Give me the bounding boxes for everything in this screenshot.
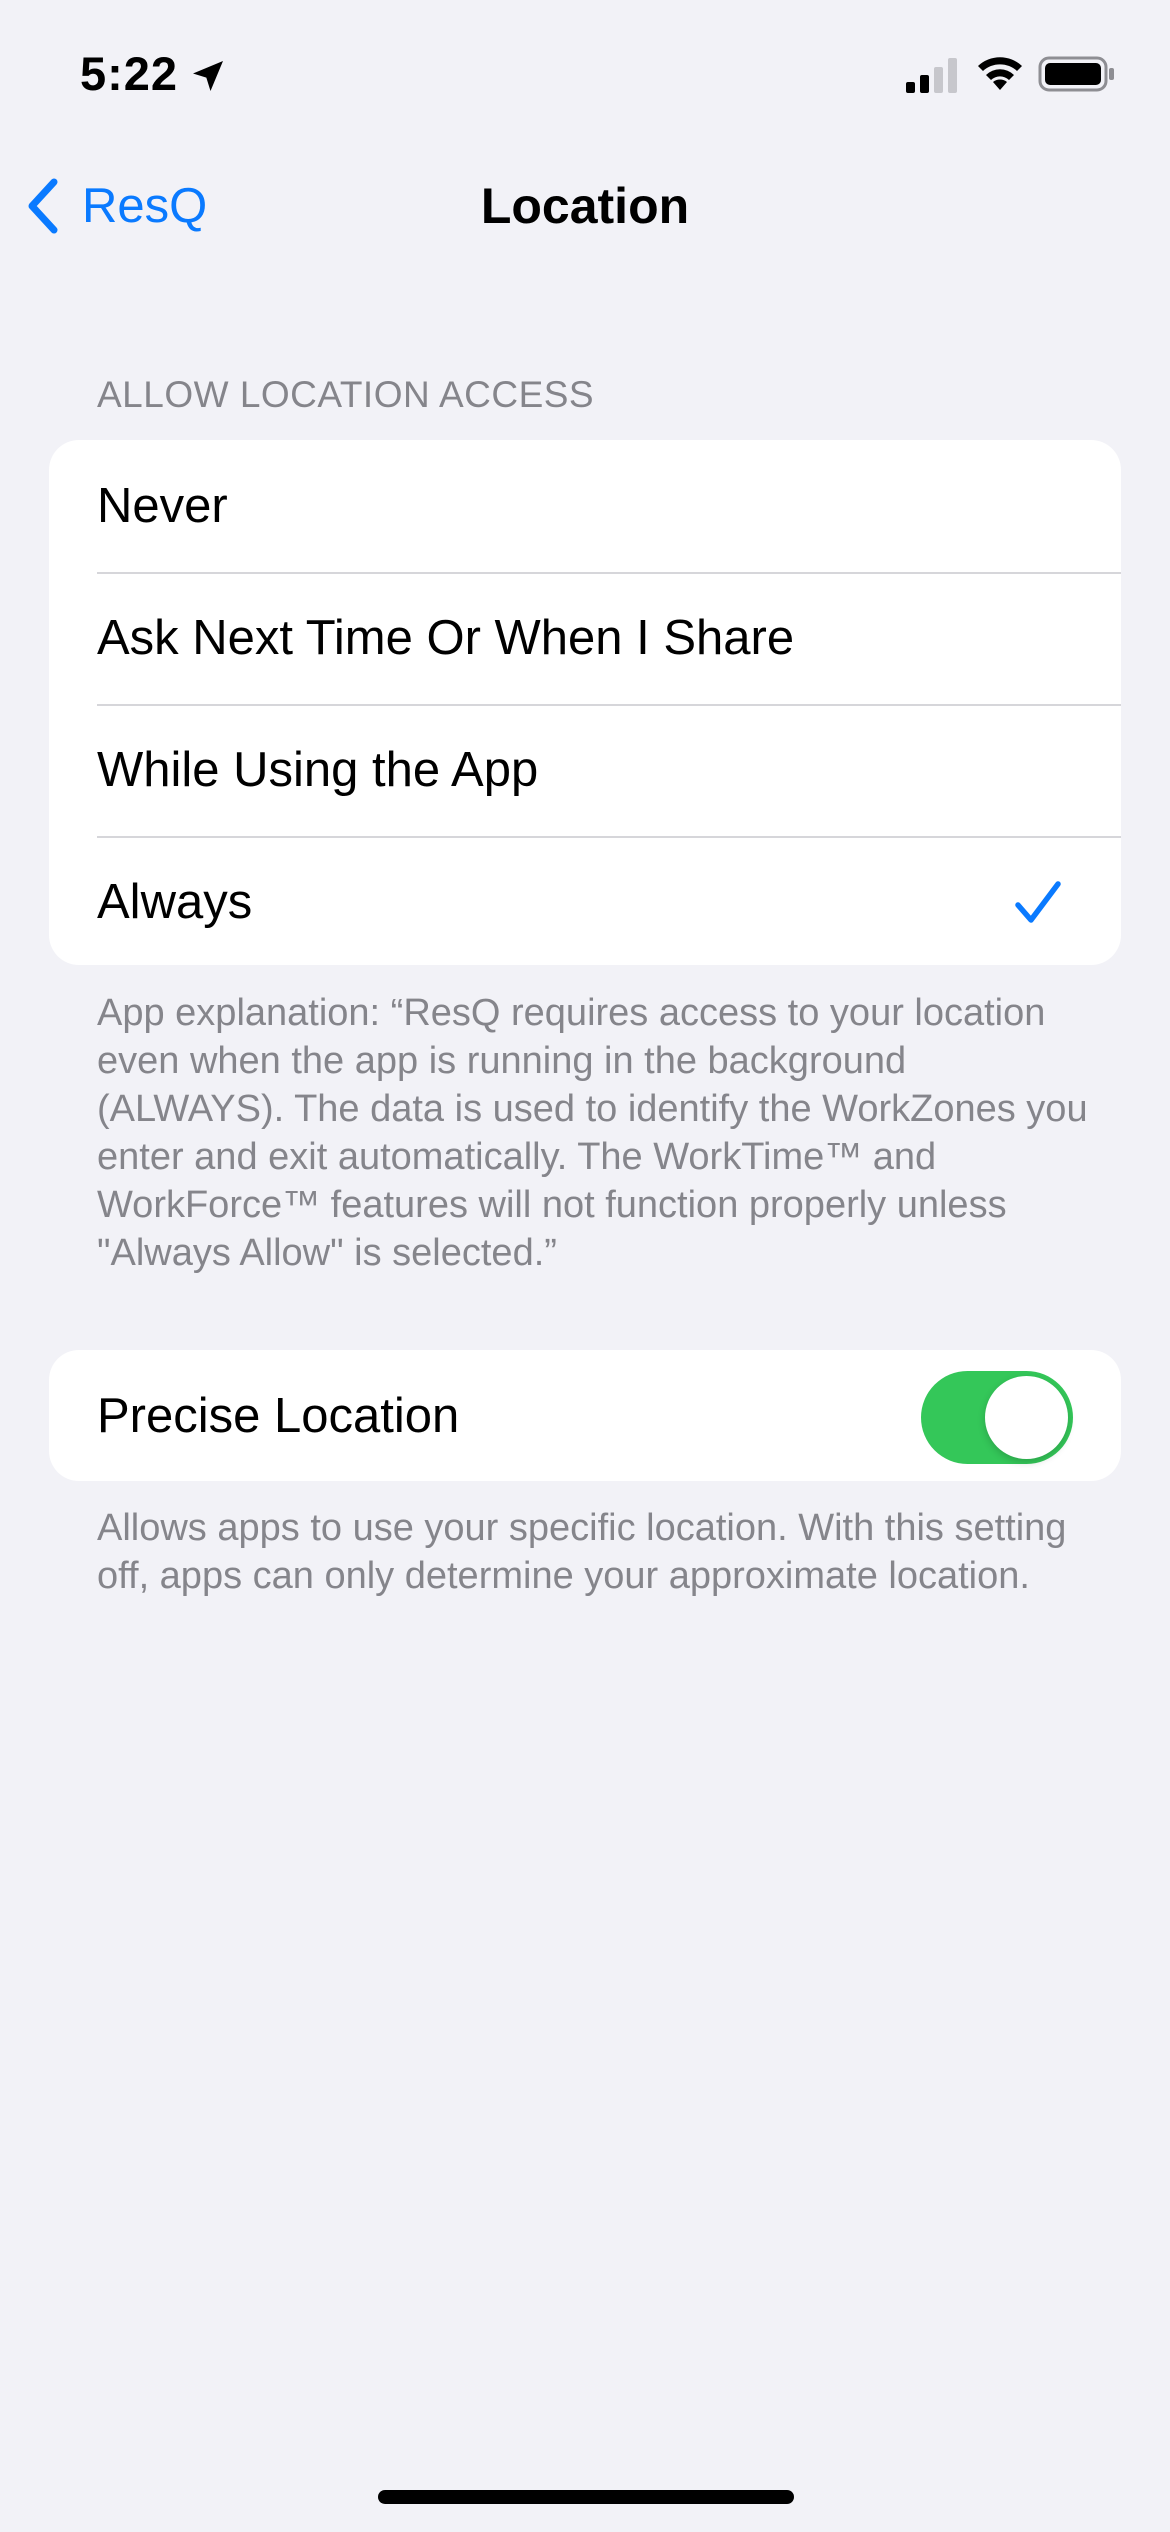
option-never[interactable]: Never [49, 440, 1121, 572]
option-label: Never [97, 479, 228, 533]
precise-location-row: Precise Location [49, 1350, 1121, 1481]
navigation-bar: ResQ Location [0, 150, 1170, 260]
option-ask-next-time[interactable]: Ask Next Time Or When I Share [49, 572, 1121, 704]
home-indicator[interactable] [378, 2490, 794, 2504]
page-title: Location [480, 178, 690, 234]
precise-location-description: Allows apps to use your specific locatio… [97, 1507, 1067, 1597]
option-while-using[interactable]: While Using the App [49, 704, 1121, 836]
status-time: 5:22 [80, 47, 179, 100]
location-access-options: Never Ask Next Time Or When I Share Whil… [49, 440, 1121, 965]
wifi-icon [978, 57, 1022, 90]
option-always[interactable]: Always [49, 836, 1121, 965]
checkmark-icon [1015, 881, 1061, 923]
precise-location-toggle[interactable] [921, 1371, 1073, 1464]
option-label: While Using the App [97, 743, 539, 797]
option-label: Always [97, 875, 253, 929]
location-arrow-icon [193, 61, 223, 91]
precise-location-group: Precise Location [49, 1350, 1121, 1481]
battery-icon [1038, 56, 1114, 92]
precise-location-label: Precise Location [97, 1389, 460, 1443]
option-label: Ask Next Time Or When I Share [97, 611, 795, 665]
toggle-knob [985, 1376, 1068, 1459]
section-header-allow-location-access: ALLOW LOCATION ACCESS [97, 374, 595, 415]
cellular-signal-icon [906, 58, 957, 93]
status-bar: 5:22 [0, 0, 1170, 140]
app-explanation-text: App explanation: “ResQ requires access t… [97, 992, 1088, 1274]
